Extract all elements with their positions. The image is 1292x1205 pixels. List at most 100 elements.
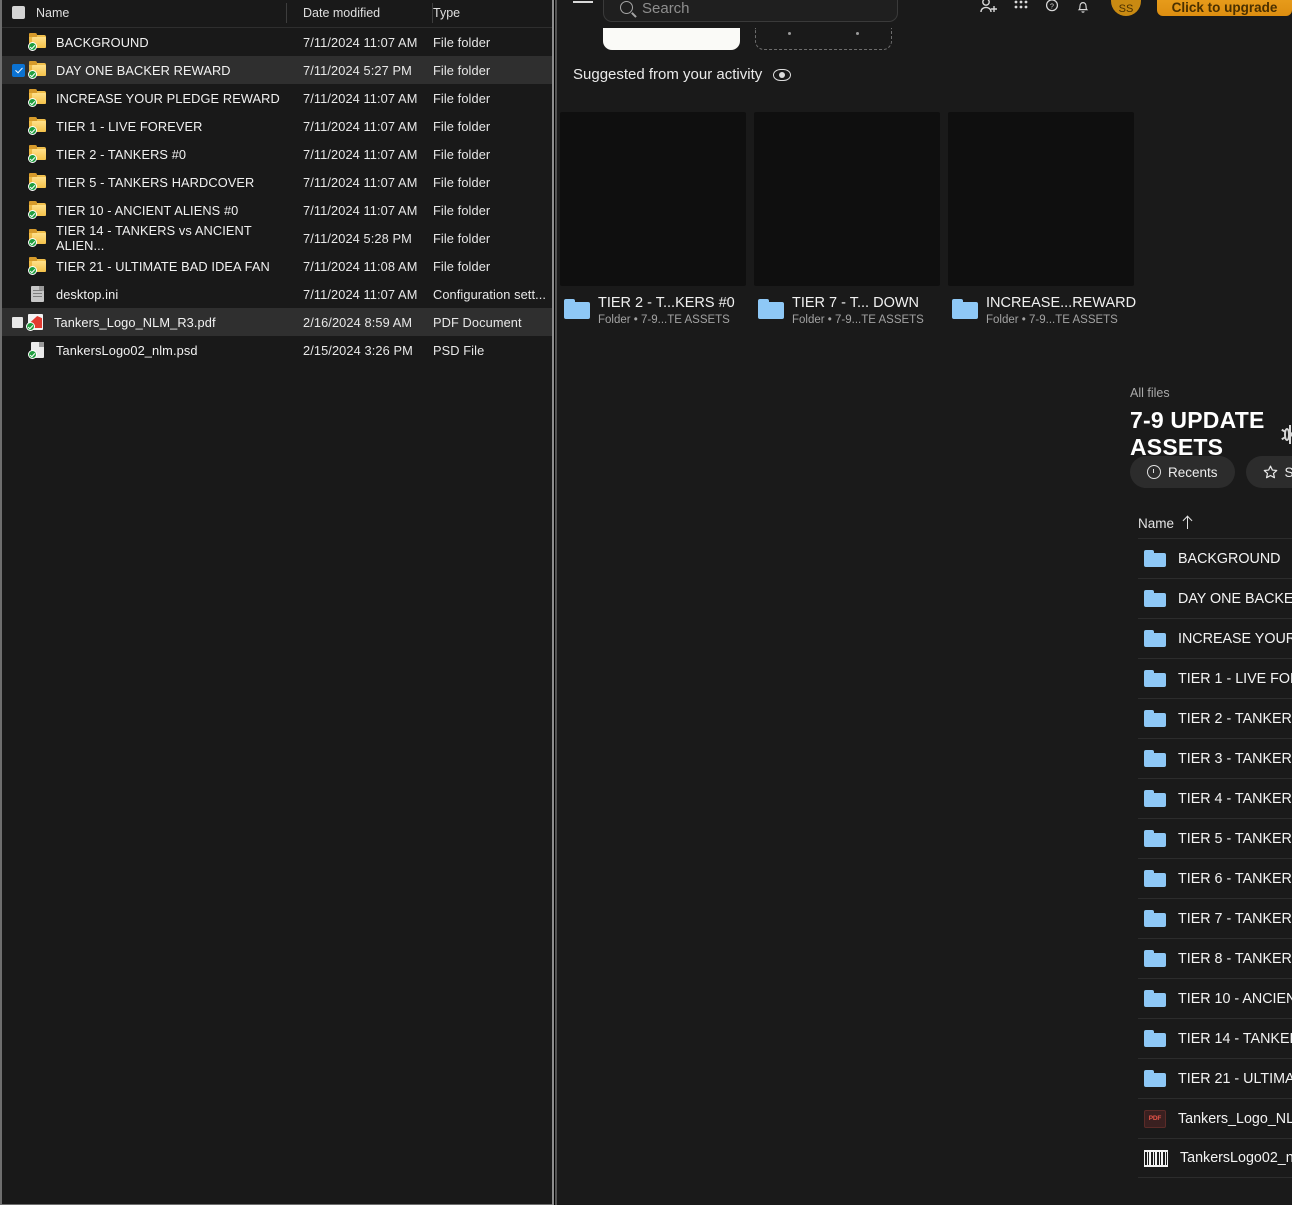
suggested-card[interactable]: TIER 2 - T...KERS #0Folder • 7-9...TE AS… xyxy=(560,112,746,326)
row-checkbox[interactable] xyxy=(12,36,25,49)
menu-icon[interactable] xyxy=(573,0,593,14)
row-checkbox[interactable] xyxy=(12,344,25,357)
table-row[interactable]: TIER 5 - TANKERS HARDCOVER8 members xyxy=(1138,818,1292,858)
table-row-name-cell[interactable]: TankersLogo02_nlm.psd xyxy=(1138,1150,1292,1167)
folder-icon xyxy=(1144,950,1166,967)
table-row-name-cell[interactable]: TIER 7 - TANKERS: CHOW DOWN xyxy=(1138,910,1292,927)
table-row-name-cell[interactable]: BACKGROUND xyxy=(1138,550,1292,567)
explorer-row[interactable]: TIER 2 - TANKERS #07/11/2024 11:07 AMFil… xyxy=(2,140,553,168)
table-row-name-cell[interactable]: INCREASE YOUR PLEDGE REWARD xyxy=(1138,630,1292,647)
explorer-column-name[interactable]: Name xyxy=(2,0,287,28)
sort-by-name[interactable]: Name xyxy=(1138,516,1292,531)
row-checkbox[interactable] xyxy=(12,120,25,133)
secondary-dashed-button[interactable] xyxy=(755,28,892,50)
table-row-name-cell[interactable]: TIER 1 - LIVE FOREVER xyxy=(1138,670,1292,687)
explorer-row[interactable]: TankersLogo02_nlm.psd2/15/2024 3:26 PMPS… xyxy=(2,336,553,364)
row-checkbox[interactable] xyxy=(12,64,25,77)
table-row-name-cell[interactable]: DAY ONE BACKER REWARD xyxy=(1138,590,1292,607)
folder-sync-icon xyxy=(28,117,50,135)
table-row[interactable]: TIER 6 - TANKERS: STICKY SITUATION8 memb… xyxy=(1138,858,1292,898)
explorer-row[interactable]: TIER 5 - TANKERS HARDCOVER7/11/2024 11:0… xyxy=(2,168,553,196)
explorer-row[interactable]: TIER 10 - ANCIENT ALIENS #07/11/2024 11:… xyxy=(2,196,553,224)
breadcrumb[interactable]: All files xyxy=(1130,386,1170,400)
explorer-row[interactable]: TIER 21 - ULTIMATE BAD IDEA FAN7/11/2024… xyxy=(2,252,553,280)
add-user-icon[interactable] xyxy=(980,0,998,14)
folder-sync-icon xyxy=(28,229,50,247)
filter-recents[interactable]: Recents xyxy=(1130,456,1235,488)
upgrade-button[interactable]: Click to upgrade xyxy=(1157,0,1292,16)
explorer-row-name-cell[interactable]: TIER 21 - ULTIMATE BAD IDEA FAN xyxy=(2,257,287,275)
table-row[interactable]: BACKGROUND8 members xyxy=(1138,538,1292,578)
row-checkbox[interactable] xyxy=(12,317,23,328)
gear-icon[interactable] xyxy=(1282,426,1292,443)
explorer-row[interactable]: DAY ONE BACKER REWARD7/11/2024 5:27 PMFi… xyxy=(2,56,553,84)
table-row-name-cell[interactable]: TIER 8 - TANKERS: ERUPTION xyxy=(1138,950,1292,967)
search-input[interactable]: Search xyxy=(603,0,898,22)
table-row-name-cell[interactable]: TIER 21 - ULTIMATE BAD IDEA FAN xyxy=(1138,1070,1292,1087)
explorer-row-name-cell[interactable]: TIER 14 - TANKERS vs ANCIENT ALIEN... xyxy=(2,223,287,253)
explorer-row-name-cell[interactable]: TankersLogo02_nlm.psd xyxy=(2,341,287,359)
explorer-row-date: 7/11/2024 5:27 PM xyxy=(287,63,433,78)
help-icon[interactable]: ? xyxy=(1044,0,1060,14)
table-row[interactable]: TankersLogo02_nlm.psd8 members xyxy=(1138,1138,1292,1178)
explorer-row-name-cell[interactable]: INCREASE YOUR PLEDGE REWARD xyxy=(2,89,287,107)
table-row[interactable]: TIER 21 - ULTIMATE BAD IDEA FAN8 members xyxy=(1138,1058,1292,1098)
table-row[interactable]: TIER 2 - TANKERS #08 members xyxy=(1138,698,1292,738)
row-checkbox[interactable] xyxy=(12,288,25,301)
table-row-name-cell[interactable]: TIER 4 - TANKERS: TEXAS TEA xyxy=(1138,790,1292,807)
table-row[interactable]: TIER 10 - ANCIENT ALIENS #08 members xyxy=(1138,978,1292,1018)
table-row[interactable]: PDFTankers_Logo_NLM_R3.pdf8 members xyxy=(1138,1098,1292,1138)
explorer-row[interactable]: desktop.ini7/11/2024 11:07 AMConfigurati… xyxy=(2,280,553,308)
explorer-row-name: TIER 5 - TANKERS HARDCOVER xyxy=(56,175,254,190)
explorer-row-name-cell[interactable]: desktop.ini xyxy=(2,285,287,303)
explorer-column-name-label: Name xyxy=(36,6,69,20)
table-row-name-cell[interactable]: TIER 2 - TANKERS #0 xyxy=(1138,710,1292,727)
explorer-row-name-cell[interactable]: TIER 1 - LIVE FOREVER xyxy=(2,117,287,135)
table-row[interactable]: INCREASE YOUR PLEDGE REWARD8 members xyxy=(1138,618,1292,658)
row-checkbox[interactable] xyxy=(12,92,25,105)
table-row-name-cell[interactable]: PDFTankers_Logo_NLM_R3.pdf xyxy=(1138,1110,1292,1128)
row-checkbox[interactable] xyxy=(12,232,25,245)
primary-action-button[interactable] xyxy=(603,28,740,50)
row-checkbox[interactable] xyxy=(12,260,25,273)
apps-grid-icon[interactable] xyxy=(1013,0,1029,14)
table-row[interactable]: TIER 7 - TANKERS: CHOW DOWN8 members xyxy=(1138,898,1292,938)
table-row-name-cell[interactable]: TIER 5 - TANKERS HARDCOVER xyxy=(1138,830,1292,847)
explorer-row-name-cell[interactable]: TIER 2 - TANKERS #0 xyxy=(2,145,287,163)
filter-starred[interactable]: Starred xyxy=(1246,456,1292,488)
explorer-row-name-cell[interactable]: Tankers_Logo_NLM_R3.pdf xyxy=(2,313,287,331)
suggested-card[interactable]: TIER 7 - T... DOWNFolder • 7-9...TE ASSE… xyxy=(754,112,940,326)
table-row[interactable]: TIER 4 - TANKERS: TEXAS TEA8 members xyxy=(1138,778,1292,818)
table-row[interactable]: TIER 14 - TANKERS vs ANCIENT ALIENS #18 … xyxy=(1138,1018,1292,1058)
explorer-row-name-cell[interactable]: BACKGROUND xyxy=(2,33,287,51)
row-checkbox[interactable] xyxy=(12,204,25,217)
table-row[interactable]: TIER 3 - TANKERS: STAMPEDE8 members xyxy=(1138,738,1292,778)
notifications-bell-icon[interactable] xyxy=(1075,0,1091,14)
folder-icon xyxy=(1144,990,1166,1007)
explorer-column-type[interactable]: Type xyxy=(433,0,553,28)
explorer-row[interactable]: BACKGROUND7/11/2024 11:07 AMFile folder xyxy=(2,28,553,56)
explorer-row-name-cell[interactable]: TIER 5 - TANKERS HARDCOVER xyxy=(2,173,287,191)
table-row-name-cell[interactable]: TIER 10 - ANCIENT ALIENS #0 xyxy=(1138,990,1292,1007)
table-row-name-cell[interactable]: TIER 14 - TANKERS vs ANCIENT ALIENS #1 xyxy=(1138,1030,1292,1047)
explorer-row[interactable]: Tankers_Logo_NLM_R3.pdf2/16/2024 8:59 AM… xyxy=(2,308,553,336)
explorer-row-name-cell[interactable]: DAY ONE BACKER REWARD xyxy=(2,61,287,79)
explorer-row-name-cell[interactable]: TIER 10 - ANCIENT ALIENS #0 xyxy=(2,201,287,219)
row-checkbox[interactable] xyxy=(12,176,25,189)
eye-icon[interactable] xyxy=(773,69,791,81)
table-row-name-cell[interactable]: TIER 6 - TANKERS: STICKY SITUATION xyxy=(1138,870,1292,887)
explorer-row[interactable]: TIER 14 - TANKERS vs ANCIENT ALIEN...7/1… xyxy=(2,224,553,252)
avatar[interactable]: SS xyxy=(1111,0,1141,16)
suggested-card[interactable]: INCREASE...REWARDFolder • 7-9...TE ASSET… xyxy=(948,112,1134,326)
table-row[interactable]: DAY ONE BACKER REWARD8 members xyxy=(1138,578,1292,618)
explorer-row[interactable]: INCREASE YOUR PLEDGE REWARD7/11/2024 11:… xyxy=(2,84,553,112)
explorer-row[interactable]: TIER 1 - LIVE FOREVER7/11/2024 11:07 AMF… xyxy=(2,112,553,140)
table-row[interactable]: TIER 8 - TANKERS: ERUPTION8 members xyxy=(1138,938,1292,978)
table-row[interactable]: TIER 1 - LIVE FOREVER8 members xyxy=(1138,658,1292,698)
select-all-checkbox[interactable] xyxy=(12,6,25,19)
suggested-card-thumbnail xyxy=(948,112,1134,286)
table-row-name: Tankers_Logo_NLM_R3.pdf xyxy=(1178,1111,1292,1127)
explorer-column-date[interactable]: Date modified xyxy=(287,0,433,28)
row-checkbox[interactable] xyxy=(12,148,25,161)
table-row-name-cell[interactable]: TIER 3 - TANKERS: STAMPEDE xyxy=(1138,750,1292,767)
